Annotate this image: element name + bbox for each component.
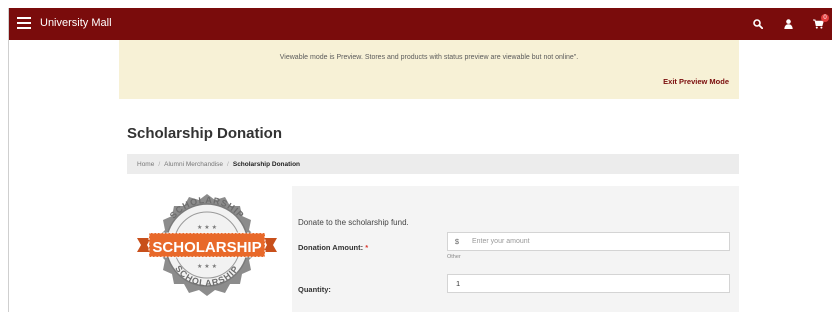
brand-name[interactable]: University Mall — [40, 17, 112, 29]
search-icon[interactable] — [749, 16, 767, 32]
cart-icon[interactable]: 0 — [809, 14, 829, 32]
quantity-input[interactable] — [447, 274, 730, 293]
donation-amount-field: $ — [447, 232, 730, 251]
user-icon[interactable] — [779, 16, 797, 32]
required-marker: * — [365, 243, 369, 252]
cart-count-badge: 0 — [821, 14, 829, 22]
page-title: Scholarship Donation — [127, 125, 283, 142]
preview-message: Viewable mode is Preview. Stores and pro… — [279, 54, 579, 61]
donation-amount-label: Donation Amount: * — [298, 243, 368, 252]
preview-banner: Viewable mode is Preview. Stores and pro… — [119, 40, 739, 99]
exit-preview-link[interactable]: Exit Preview Mode — [663, 77, 729, 86]
breadcrumb-current: Scholarship Donation — [232, 160, 301, 168]
breadcrumb-alumni-merchandise[interactable]: Alumni Merchandise — [164, 161, 223, 168]
breadcrumb-separator: / — [158, 160, 161, 168]
breadcrumb: Home / Alumni Merchandise / Scholarship … — [127, 154, 739, 174]
quantity-label: Quantity: — [298, 285, 331, 294]
breadcrumb-home[interactable]: Home — [137, 161, 154, 168]
menu-icon[interactable] — [17, 17, 31, 29]
currency-symbol: $ — [454, 237, 460, 246]
donation-amount-input[interactable] — [466, 233, 729, 250]
amount-hint: Other — [447, 254, 461, 260]
donation-form-panel: Donate to the scholarship fund. Donation… — [292, 186, 739, 312]
browser-frame: University Mall 0 Viewable mode is Previ… — [8, 8, 832, 312]
donation-amount-label-text: Donation Amount: — [298, 243, 364, 252]
product-description: Donate to the scholarship fund. — [298, 218, 409, 227]
svg-text:★ ★ ★: ★ ★ ★ — [197, 263, 217, 270]
top-nav-bar: University Mall 0 — [9, 8, 832, 40]
top-actions: 0 — [749, 14, 829, 32]
svg-text:★ ★ ★: ★ ★ ★ — [197, 224, 217, 231]
breadcrumb-separator: / — [227, 160, 229, 168]
scholarship-badge-image: SCHOLARSHIP SCHOLARSHIP ★ ★ ★ ★ ★ ★ SCHO… — [127, 186, 287, 304]
badge-text: SCHOLARSHIP — [152, 239, 261, 256]
